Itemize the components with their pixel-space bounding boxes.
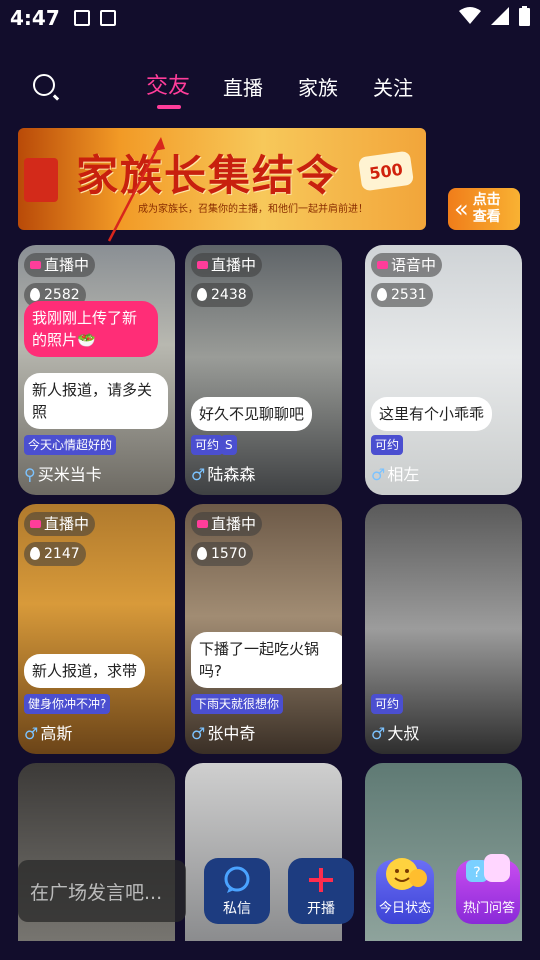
tab-indicator (157, 105, 181, 109)
user-card[interactable]: 直播中 2147 新人报道，求带 健身你冲不冲? ♂ 高斯 (18, 504, 175, 754)
chat-bubble: 好久不见聊聊吧 (191, 397, 313, 431)
message-label: 私信 (223, 901, 251, 917)
user-card[interactable]: 直播中 2438 好久不见聊聊吧 可约 S ♂ 陆森森 (185, 245, 342, 495)
user-tag: 今天心情超好的 (24, 435, 117, 455)
user-name-row: ♂ 相左 (371, 461, 419, 485)
red-envelope-icon (24, 158, 58, 202)
popularity-count: 2147 (24, 542, 86, 566)
image-icon (73, 10, 90, 26)
user-tag: 可约 (371, 435, 404, 455)
signal-icon (491, 7, 509, 25)
arrow-icon (107, 137, 165, 242)
status-bar: 4:47 (0, 0, 540, 36)
popularity-count: 2438 (191, 283, 253, 307)
popularity-count: 1570 (191, 542, 253, 566)
user-name: 张中奇 (207, 724, 256, 743)
chevron-left-icon: « (454, 195, 469, 223)
font-icon (99, 10, 116, 26)
user-name-row: ♂ 张中奇 (191, 720, 255, 744)
user-name-row: ♂ 高斯 (24, 720, 72, 744)
chat-bubble-highlight: 我刚刚上传了新的照片🥗 (24, 301, 158, 357)
user-tag: S (221, 435, 237, 455)
user-name: 陆森森 (207, 465, 256, 484)
user-card[interactable]: 直播中 1570 下播了一起吃火锅吗? 下雨天就很想你 ♂ 张中奇 (185, 504, 342, 754)
user-tag: 下雨天就很想你 (191, 694, 284, 714)
gender-icon: ♂ (371, 465, 386, 484)
click-label-line1: 点击 (472, 192, 501, 208)
start-live-button[interactable]: 开播 (288, 858, 354, 924)
user-name: 高斯 (40, 724, 73, 743)
user-name: 大叔 (387, 724, 420, 743)
user-name-row: ♂ 陆森森 (191, 461, 255, 485)
live-status-badge: 直播中 (191, 512, 263, 536)
tab-friends[interactable]: 交友 (146, 68, 190, 100)
message-button[interactable]: 私信 (204, 858, 270, 924)
hot-qa-button[interactable]: ? 热门问答 (456, 850, 522, 924)
click-view-button[interactable]: « 点击 查看 (448, 188, 520, 230)
user-card[interactable]: 直播中 2582 我刚刚上传了新的照片🥗 新人报道，请多关照 今天心情超好的 ⚲… (18, 245, 175, 495)
user-name: 相左 (387, 465, 420, 484)
banner-subtitle: 成为家族长，召集你的主播，和他们一起并肩前进！ (138, 204, 368, 215)
smile-face-icon (386, 858, 427, 890)
user-name: 买米当卡 (37, 465, 102, 484)
question-answer-icon: ? (466, 854, 510, 882)
plus-icon (309, 868, 333, 892)
chat-bubble: 新人报道，请多关照 (24, 373, 168, 429)
popularity-count: 2531 (371, 283, 433, 307)
top-tab-bar: 交友 直播 家族 关注 (0, 62, 540, 112)
status-time: 4:47 (10, 6, 60, 30)
square-chat-input[interactable]: 在广场发言吧... (18, 860, 186, 922)
user-tag: 健身你冲不冲? (24, 694, 111, 714)
gender-icon: ♂ (24, 724, 39, 743)
gender-icon: ♂ (191, 724, 206, 743)
gender-icon: ♂ (191, 465, 206, 484)
user-card[interactable]: 可约 ♂ 大叔 (365, 504, 522, 754)
live-label: 开播 (307, 901, 335, 917)
wifi-icon (459, 7, 481, 24)
live-status-badge: 直播中 (24, 512, 96, 536)
voice-status-badge: 语音中 (371, 253, 443, 277)
chat-icon (224, 866, 250, 893)
battery-icon (519, 6, 530, 26)
live-status-badge: 直播中 (24, 253, 96, 277)
chat-bubble: 新人报道，求带 (24, 654, 146, 688)
chat-bubble: 下播了一起吃火锅吗? (191, 632, 342, 688)
search-icon[interactable] (33, 74, 55, 96)
promo-banner[interactable]: 家族长集结令 成为家族长，召集你的主播，和他们一起并肩前进！ 500 (18, 128, 426, 230)
click-label-line2: 查看 (472, 209, 501, 225)
today-status-label: 今日状态 (378, 901, 431, 916)
hot-qa-label: 热门问答 (462, 901, 515, 916)
user-card[interactable]: 语音中 2531 这里有个小乖乖 可约 ♂ 相左 (365, 245, 522, 495)
tab-family[interactable]: 家族 (298, 72, 338, 101)
user-name-row: ♂ 大叔 (371, 720, 419, 744)
user-tag: 可约 (191, 435, 224, 455)
chat-bubble: 这里有个小乖乖 (371, 397, 493, 431)
svg-text:?: ? (473, 865, 480, 881)
tab-follow[interactable]: 关注 (373, 72, 413, 101)
gender-icon: ♂ (371, 724, 386, 743)
user-name-row: ⚲ 买米当卡 (24, 461, 102, 485)
banner-badge: 500 (357, 150, 415, 192)
user-tag: 可约 (371, 694, 404, 714)
today-status-button[interactable]: 今日状态 (372, 850, 438, 924)
live-status-badge: 直播中 (191, 253, 263, 277)
tab-live[interactable]: 直播 (223, 72, 263, 101)
gender-icon: ⚲ (24, 465, 36, 484)
